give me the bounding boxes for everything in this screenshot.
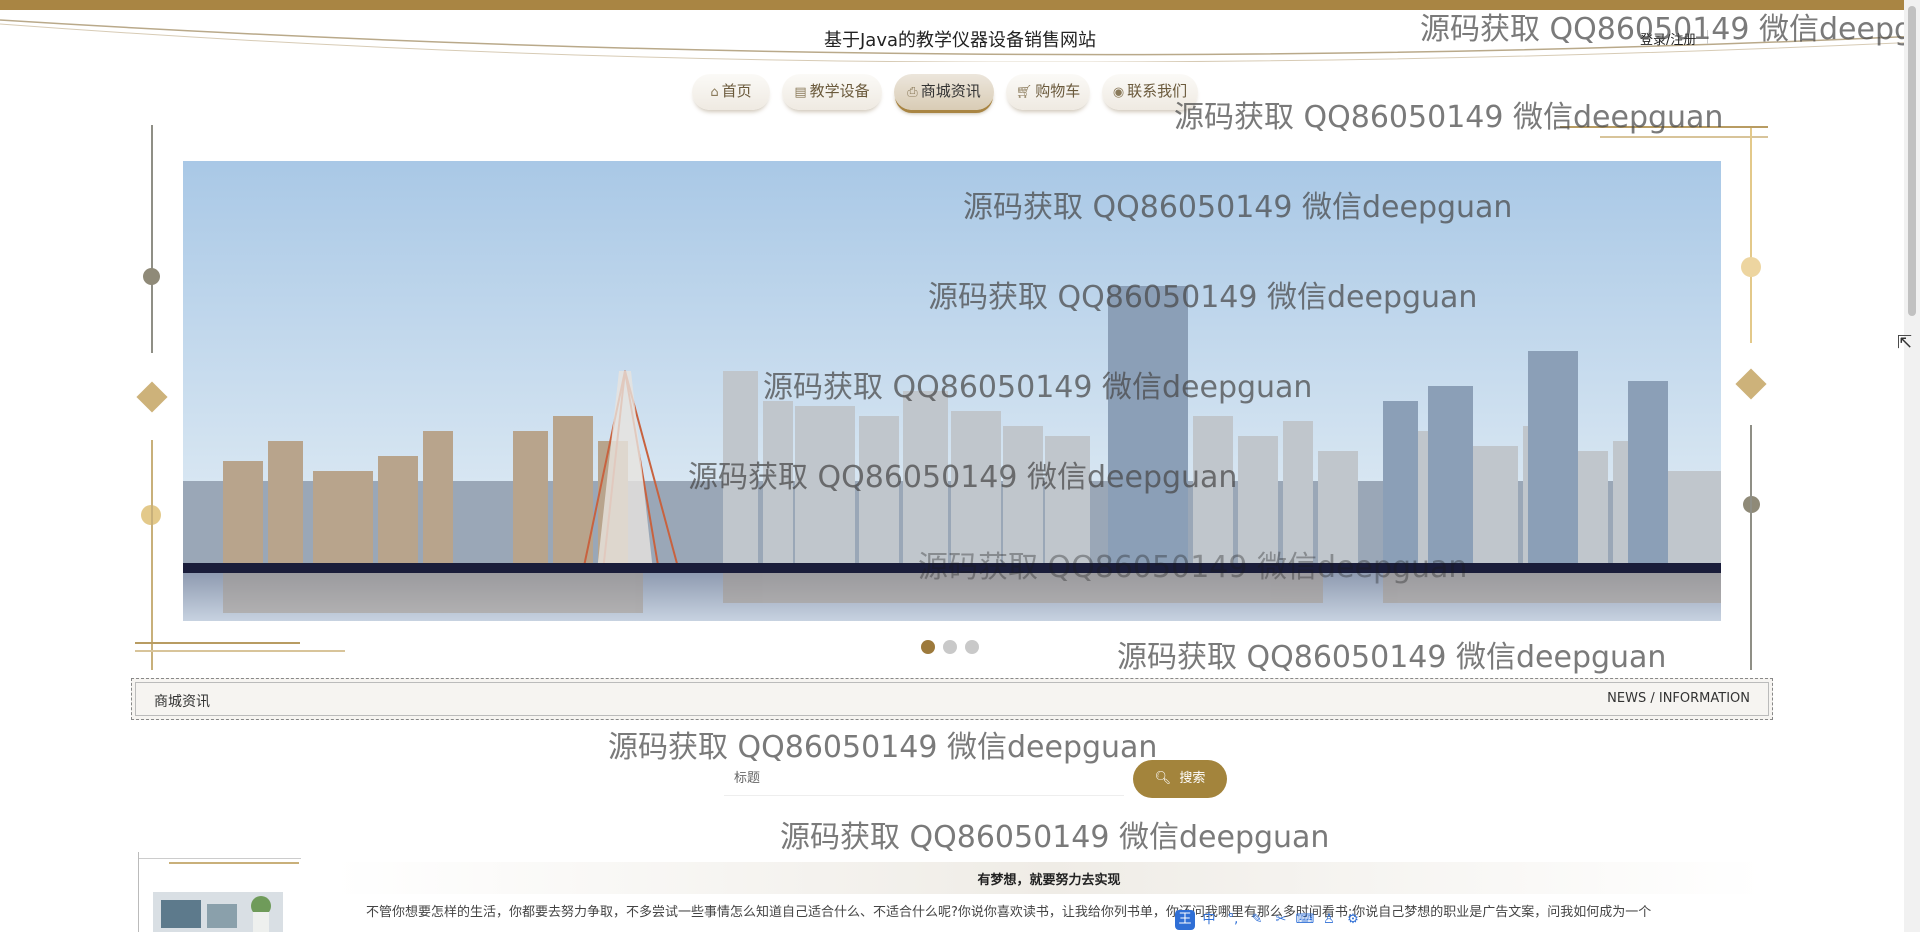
news-icon: ⎙ [907,85,918,100]
frame-dot-right-gold [1741,257,1761,277]
thumb-frame-gold-line [169,862,299,864]
search-button[interactable]: 🔍︎ 搜索 [1133,760,1227,798]
scrollbar-thumb[interactable] [1908,6,1916,316]
article-excerpt: 不管你想要怎样的生活，你都要去努力争取，不多尝试一些事情怎么知道自己适合什么、不… [366,905,1652,920]
nav-item-equipment[interactable]: ▤ 教学设备 [782,74,882,110]
section-header: 商城资讯 NEWS / INFORMATION [131,678,1773,720]
ime-punctuation-icon[interactable]: °, [1223,910,1243,930]
article-title-bar: 有梦想，就要努力去实现 [334,862,1764,894]
nav-label-cart: 购物车 [1035,82,1081,100]
nav-item-home[interactable]: ⌂ 首页 [692,74,770,110]
frame-line-top-right-1 [1560,126,1768,128]
list-icon: ▤ [794,85,807,100]
carousel-dot-1[interactable] [921,640,935,654]
ime-settings-icon[interactable]: ⚙ [1343,910,1363,930]
banner-carousel[interactable] [183,161,1721,621]
search-icon: 🔍︎ [1154,771,1172,786]
nav-item-cart[interactable]: 🛒︎ 购物车 [1006,74,1090,110]
watermark-text: 源码获取 QQ86050149 微信deepguan [608,730,1158,765]
nav-label-news: 商城资讯 [920,82,981,100]
section-title: 商城资讯 [154,694,210,710]
frame-line-bottom-left-2 [135,650,345,652]
nav-item-news[interactable]: ⎙ 商城资讯 [894,74,994,110]
section-subtitle-en: NEWS / INFORMATION [1607,691,1750,706]
mouse-cursor-icon: ⇱ [1897,332,1913,353]
search-button-label: 搜索 [1179,771,1206,786]
article-thumb-frame [138,852,309,932]
contact-icon: ◉ [1112,85,1125,100]
news-list-item[interactable]: 有梦想，就要努力去实现 不管你想要怎样的生活，你都要去努力争取，不多尝试一些事情… [138,852,1764,932]
ime-chinese-mode-icon[interactable]: 中 [1199,910,1219,930]
page-scrollbar[interactable] [1904,0,1920,932]
ime-skin-icon[interactable]: ♙ [1319,910,1339,930]
home-icon: ⌂ [710,85,719,100]
header-divider [1707,30,1708,44]
ime-pen-icon[interactable]: ✎ [1247,910,1267,930]
watermark-text: 源码获取 QQ86050149 微信deepguan [780,820,1330,855]
thumb-frame-line [139,858,301,859]
banner-image-city-skyline [183,161,1721,621]
frame-dot-left [143,268,160,285]
ime-scissors-icon[interactable]: ✂ [1271,910,1291,930]
frame-diamond-right [1735,368,1767,400]
main-nav: ⌂ 首页 ▤ 教学设备 ⎙ 商城资讯 🛒︎ 购物车 ◉ 联系我们 [0,74,1920,114]
ime-keyboard-icon[interactable]: ⌨ [1295,910,1315,930]
login-register-link[interactable]: 登录/注册 [1640,29,1696,48]
top-accent-bar [0,0,1920,10]
frame-line-top-right-2 [1600,136,1768,138]
frame-line-bottom-left-1 [135,642,300,644]
article-title[interactable]: 有梦想，就要努力去实现 [334,869,1764,888]
frame-line-right-top [1750,128,1752,343]
carousel-dot-3[interactable] [965,640,979,654]
nav-label-home: 首页 [721,82,752,100]
article-thumbnail[interactable] [153,892,283,932]
frame-line-left-top [151,125,153,353]
watermark-text: 源码获取 QQ86050149 微信deepguan [1117,640,1667,675]
section-header-inner-border [135,682,1769,716]
nav-item-contact[interactable]: ◉ 联系我们 [1102,74,1198,110]
carousel-dot-2[interactable] [943,640,957,654]
nav-label-contact: 联系我们 [1127,82,1188,100]
frame-line-left-bottom [151,440,153,670]
ime-logo-icon[interactable]: 王 [1175,910,1195,930]
frame-line-right-bottom [1750,425,1752,670]
frame-diamond-left [136,381,168,413]
nav-label-equipment: 教学设备 [809,82,870,100]
ime-toolbar: 王 中 °, ✎ ✂ ⌨ ♙ ⚙ [1175,910,1363,932]
cart-icon: 🛒︎ [1015,85,1033,100]
article-thumbnail-image [153,892,283,932]
search-title-input[interactable] [724,762,1124,796]
site-title: 基于Java的教学仪器设备销售网站 [823,30,1097,51]
